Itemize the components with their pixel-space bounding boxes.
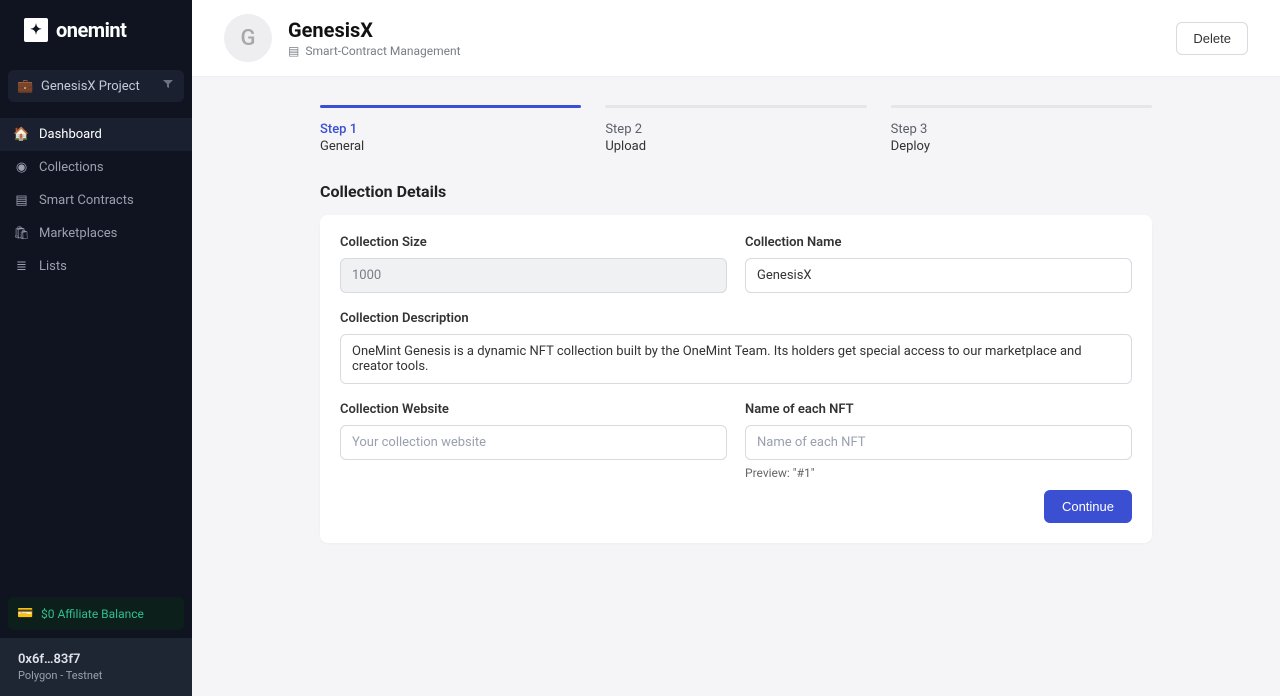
nav-lists[interactable]: ≣ Lists (0, 250, 192, 283)
delete-button[interactable]: Delete (1176, 22, 1248, 55)
nav-item-label: Collections (39, 160, 104, 175)
page-subtitle: Smart-Contract Management (305, 44, 460, 58)
affiliate-balance[interactable]: 💳 $0 Affiliate Balance (8, 597, 184, 630)
nav-items: 🏠 Dashboard ◉ Collections ▤ Smart Contra… (0, 118, 192, 589)
step-bar (320, 105, 581, 108)
collection-size-input[interactable] (340, 258, 727, 293)
step-bar (605, 105, 866, 108)
continue-button[interactable]: Continue (1044, 490, 1132, 523)
website-label: Collection Website (340, 402, 727, 417)
nav-item-label: Marketplaces (39, 226, 117, 241)
page-header: G GenesisX ▤ Smart-Contract Management D… (192, 0, 1280, 77)
step-bar (891, 105, 1152, 108)
lists-icon: ≣ (14, 259, 29, 274)
page-title: GenesisX (288, 18, 461, 42)
home-icon: 🏠 (14, 127, 29, 142)
step-upload[interactable]: Step 2 Upload (605, 105, 866, 154)
nft-name-input[interactable] (745, 425, 1132, 460)
affiliate-icon: 💳 (18, 606, 33, 621)
brand-name: onemint (56, 18, 126, 42)
step-label: Step 3 (891, 122, 1152, 137)
preview-hint: Preview: "#1" (745, 466, 1132, 480)
step-label: Step 1 (320, 122, 581, 137)
desc-label: Collection Description (340, 311, 1132, 326)
collection-description-input[interactable] (340, 334, 1132, 384)
wallet-address: 0x6f…83f7 (18, 652, 174, 667)
brand-logo[interactable]: ✦ onemint (0, 0, 192, 60)
collection-website-input[interactable] (340, 425, 727, 460)
collection-name-input[interactable] (745, 258, 1132, 293)
project-selector-label: GenesisX Project (41, 79, 140, 94)
nftname-label: Name of each NFT (745, 402, 1132, 417)
brand-logo-icon: ✦ (24, 18, 48, 42)
contract-icon: ▤ (288, 44, 299, 58)
wallet-network: Polygon - Testnet (18, 669, 174, 682)
project-selector[interactable]: 💼 GenesisX Project (8, 70, 184, 102)
nav-item-label: Dashboard (39, 127, 102, 142)
step-name: Deploy (891, 139, 1152, 154)
size-label: Collection Size (340, 235, 727, 250)
nav-marketplaces[interactable]: 🛍 Marketplaces (0, 217, 192, 250)
nav-collections[interactable]: ◉ Collections (0, 151, 192, 184)
step-deploy[interactable]: Step 3 Deploy (891, 105, 1152, 154)
collections-icon: ◉ (14, 160, 29, 175)
filter-icon (162, 78, 174, 94)
content: Step 1 General Step 2 Upload Step 3 Depl… (192, 77, 1280, 696)
step-label: Step 2 (605, 122, 866, 137)
step-name: General (320, 139, 581, 154)
marketplaces-icon: 🛍 (14, 226, 29, 241)
collection-avatar: G (224, 14, 272, 62)
section-title: Collection Details (320, 182, 1152, 201)
step-general[interactable]: Step 1 General (320, 105, 581, 154)
page-subtitle-row: ▤ Smart-Contract Management (288, 44, 461, 58)
nav-item-label: Lists (39, 259, 67, 274)
affiliate-label: $0 Affiliate Balance (41, 607, 144, 621)
main: G GenesisX ▤ Smart-Contract Management D… (192, 0, 1280, 696)
sidebar: ✦ onemint 💼 GenesisX Project 🏠 Dashboard… (0, 0, 192, 696)
contracts-icon: ▤ (14, 193, 29, 208)
steps: Step 1 General Step 2 Upload Step 3 Depl… (320, 105, 1152, 154)
briefcase-icon: 💼 (18, 79, 33, 94)
form-card: Collection Size Collection Name Collecti… (320, 215, 1152, 543)
wallet-info[interactable]: 0x6f…83f7 Polygon - Testnet (0, 638, 192, 696)
name-label: Collection Name (745, 235, 1132, 250)
step-name: Upload (605, 139, 866, 154)
nav-dashboard[interactable]: 🏠 Dashboard (0, 118, 192, 151)
nav-smart-contracts[interactable]: ▤ Smart Contracts (0, 184, 192, 217)
nav-item-label: Smart Contracts (39, 193, 134, 208)
